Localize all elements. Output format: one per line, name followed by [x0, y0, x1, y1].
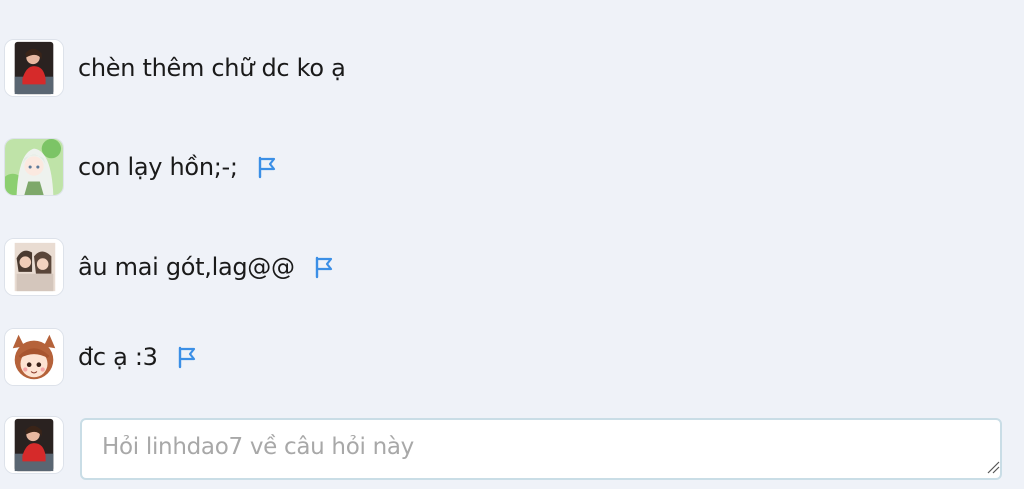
user-avatar[interactable] [4, 138, 64, 196]
user-avatar[interactable] [4, 238, 64, 296]
comment-item: con lạy hồn;-; [4, 137, 904, 197]
user-avatar-image [5, 329, 63, 385]
comment-text: âu mai gót,lag@@ [78, 253, 295, 281]
comment-thread: chèn thêm chữ dc ko ạ con lạy hồn;-; âu … [0, 0, 1024, 489]
user-avatar-image [5, 139, 63, 195]
flag-icon[interactable] [176, 345, 198, 369]
comment-text: con lạy hồn;-; [78, 153, 238, 181]
resize-grip-icon[interactable] [986, 460, 1000, 474]
user-avatar-image [5, 239, 63, 295]
user-avatar[interactable] [4, 328, 64, 386]
comment-item: chèn thêm chữ dc ko ạ [4, 38, 904, 98]
comment-text: chèn thêm chữ dc ko ạ [78, 54, 346, 82]
comment-item: âu mai gót,lag@@ [4, 237, 904, 297]
comment-text: đc ạ :3 [78, 343, 158, 371]
flag-icon[interactable] [256, 155, 278, 179]
comment-item: đc ạ :3 [4, 327, 904, 387]
current-user-avatar [4, 416, 64, 474]
user-avatar-image [5, 40, 63, 96]
current-user-avatar-image [5, 417, 63, 473]
reply-input[interactable] [80, 418, 1002, 480]
user-avatar[interactable] [4, 39, 64, 97]
flag-icon[interactable] [313, 255, 335, 279]
reply-composer [4, 416, 1004, 482]
